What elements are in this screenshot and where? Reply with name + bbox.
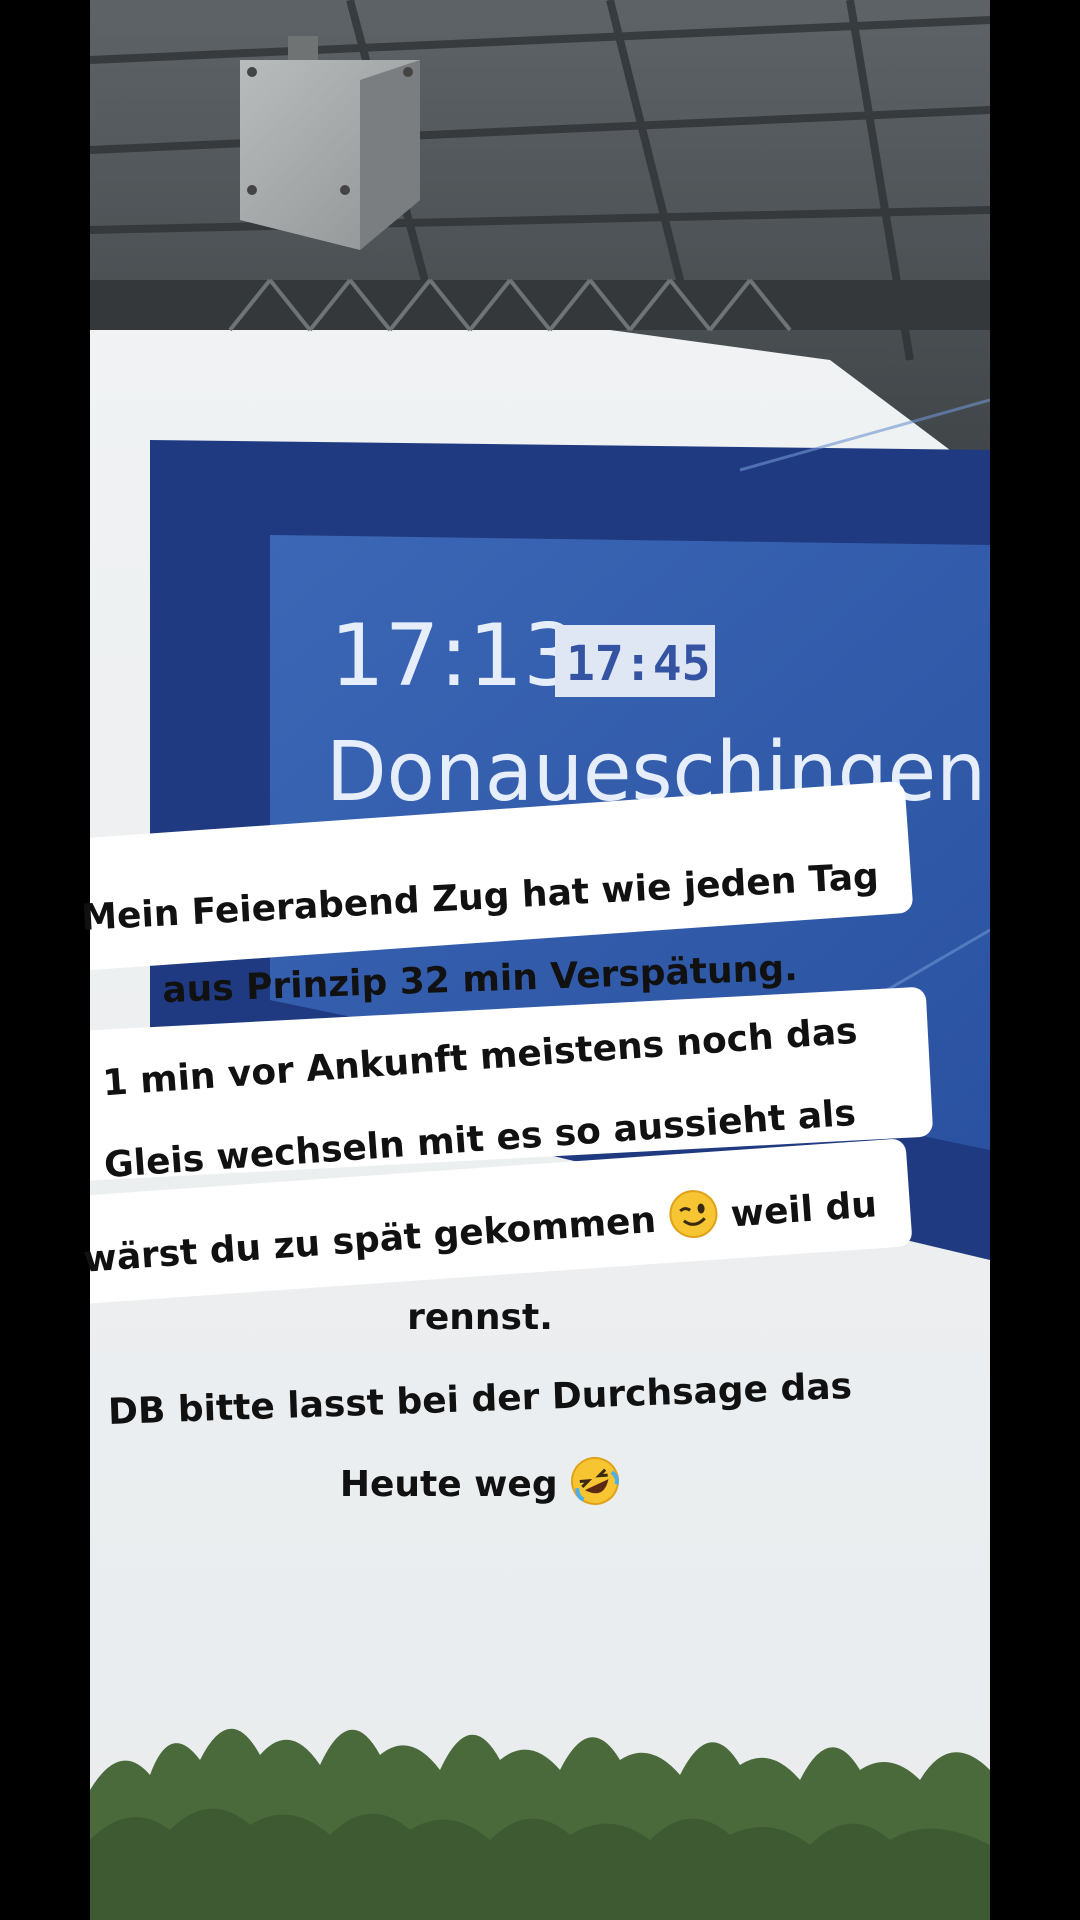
caption-line-8: Heute weg — [40, 1456, 920, 1507]
rolling-laughing-face-icon — [571, 1457, 620, 1505]
caption-line-5-tail: weil du — [729, 1184, 879, 1236]
roof-girder — [90, 280, 990, 330]
scheduled-time: 17:13 — [330, 606, 578, 706]
caption-line-8-text: Heute weg — [339, 1464, 558, 1505]
speaker-box — [240, 36, 420, 250]
actual-time: 17:45 — [566, 636, 711, 692]
winking-face-icon — [669, 1190, 718, 1239]
caption-line-6: rennst. — [407, 1297, 553, 1338]
